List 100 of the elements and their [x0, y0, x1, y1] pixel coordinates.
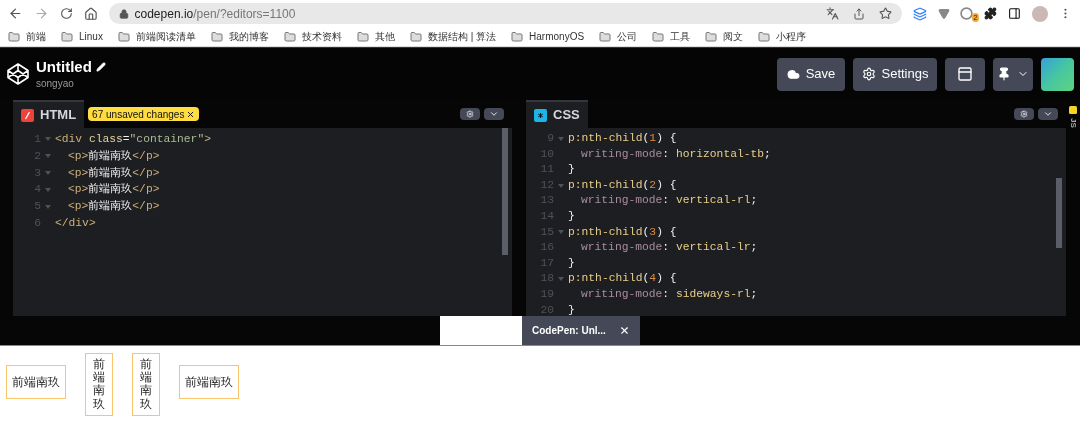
codepen-logo[interactable]	[6, 62, 30, 86]
code-line: p:nth-child(3) {	[568, 224, 677, 240]
settings-icon	[1020, 110, 1028, 118]
settings-button[interactable]: Settings	[853, 57, 937, 91]
code-line: writing-mode: vertical-rl;	[580, 193, 758, 209]
folder-icon	[283, 30, 296, 43]
share-icon[interactable]	[852, 7, 865, 20]
bookmark[interactable]: 前端阅读清单	[117, 29, 196, 44]
settings-icon	[861, 67, 876, 81]
back-icon[interactable]	[8, 6, 23, 21]
code-line: <p>前端南玖</p>	[67, 148, 160, 164]
editor-title: CSS	[553, 106, 580, 125]
home-icon[interactable]	[83, 6, 98, 21]
asterisk-icon	[534, 108, 547, 122]
fold-icon[interactable]	[558, 277, 564, 282]
author-name[interactable]: songyao	[36, 75, 106, 91]
folder-icon	[356, 30, 369, 43]
console-tab-title: CodePen: Unl...	[532, 324, 606, 338]
code-line: }	[568, 162, 575, 178]
code-line: writing-mode: horizontal-tb;	[580, 146, 771, 162]
pin-icon	[997, 67, 1011, 81]
layout-button[interactable]	[945, 57, 985, 91]
code-line: }	[568, 302, 575, 316]
unsaved-changes-badge[interactable]: 67 unsaved changes	[88, 107, 200, 121]
chevron-icon	[489, 109, 499, 119]
fold-icon[interactable]	[45, 137, 51, 142]
code-line: p:nth-child(2) {	[568, 177, 677, 193]
folder-icon	[758, 30, 771, 43]
preview-box: 前端南玖	[179, 365, 239, 399]
layers-icon[interactable]	[912, 6, 927, 21]
save-button[interactable]: Save	[777, 57, 845, 91]
folder-icon	[652, 30, 665, 43]
circle-icon[interactable]	[960, 7, 974, 20]
unsaved-count: 67 unsaved changes	[92, 107, 185, 122]
url-text: codepen.io/pen/?editors=1100	[134, 5, 296, 23]
sidebar-icon[interactable]	[1008, 7, 1022, 20]
fold-icon[interactable]	[558, 183, 564, 188]
scrollbar[interactable]	[1056, 178, 1062, 248]
bookmark[interactable]: Linux	[61, 29, 103, 44]
console-tab[interactable]: CodePen: Unl...	[522, 316, 640, 345]
folder-icon	[511, 30, 524, 43]
fold-icon[interactable]	[45, 154, 51, 159]
fold-icon[interactable]	[558, 136, 564, 141]
slash-icon	[21, 108, 34, 122]
bookmark[interactable]: 公司	[599, 29, 638, 44]
fold-icon[interactable]	[558, 230, 564, 235]
address-bar[interactable]: codepen.io/pen/?editors=1100	[108, 3, 902, 24]
editor-tab[interactable]: HTML	[13, 100, 85, 128]
forward-icon[interactable]	[33, 6, 49, 21]
code-line: writing-mode: sideways-rl;	[580, 286, 758, 302]
reload-icon[interactable]	[59, 7, 73, 20]
puzzle-icon[interactable]	[984, 7, 998, 20]
translate-icon[interactable]	[825, 7, 839, 20]
editor-title: HTML	[40, 106, 77, 125]
js-tab[interactable]: JS	[1067, 118, 1079, 128]
code-line: }	[568, 255, 575, 271]
scrollbar[interactable]	[502, 128, 508, 255]
code-line: <p>前端南玖</p>	[67, 165, 160, 181]
preview-box: 前端南玖	[132, 353, 160, 416]
code-line: writing-mode: vertical-lr;	[580, 240, 758, 256]
fold-icon[interactable]	[45, 171, 51, 175]
preview-box: 前端南玖	[85, 353, 113, 416]
folder-icon	[61, 30, 73, 43]
code-line: <div class="container">	[55, 132, 211, 147]
settings-button[interactable]	[460, 108, 480, 120]
bookmark[interactable]: 工具	[652, 29, 691, 44]
folder-icon	[409, 30, 422, 43]
settings-icon	[466, 110, 474, 118]
dropdown-button[interactable]	[1038, 108, 1058, 120]
preview-box: 前端南玖	[6, 365, 66, 399]
bookmark[interactable]: 小程序	[758, 29, 807, 44]
cloud-icon	[786, 67, 800, 81]
code-line: }	[568, 208, 575, 224]
folder-icon	[705, 30, 718, 43]
star-icon[interactable]	[878, 7, 892, 20]
bookmark[interactable]: 技术资料	[283, 29, 342, 44]
folder-icon	[8, 30, 20, 43]
pencil-icon[interactable]	[95, 61, 106, 72]
bookmark[interactable]: 其他	[356, 29, 395, 44]
pin-button[interactable]	[993, 57, 1033, 91]
folder-icon	[599, 30, 612, 43]
bookmark[interactable]: 阅文	[705, 29, 744, 44]
fold-icon[interactable]	[45, 204, 51, 209]
bookmark[interactable]: 前端	[8, 29, 46, 44]
folder-icon	[117, 30, 130, 43]
layout-icon	[957, 66, 973, 82]
fold-icon[interactable]	[45, 187, 51, 192]
chevron-icon	[1043, 109, 1053, 119]
pen-title[interactable]: Untitled	[36, 57, 92, 76]
bookmark[interactable]: 数据结构 | 算法	[409, 29, 497, 44]
bookmark[interactable]: 我的博客	[210, 29, 269, 44]
triangle-icon[interactable]	[937, 7, 950, 20]
bookmark[interactable]: HarmonyOS	[511, 29, 585, 44]
user-avatar[interactable]	[1041, 57, 1074, 91]
dropdown-button[interactable]	[484, 108, 504, 120]
code-line: p:nth-child(1) {	[568, 131, 677, 146]
close-icon	[186, 109, 196, 119]
settings-button[interactable]	[1014, 108, 1034, 120]
editor-tab[interactable]: CSS	[526, 100, 588, 128]
js-icon	[1069, 106, 1077, 114]
